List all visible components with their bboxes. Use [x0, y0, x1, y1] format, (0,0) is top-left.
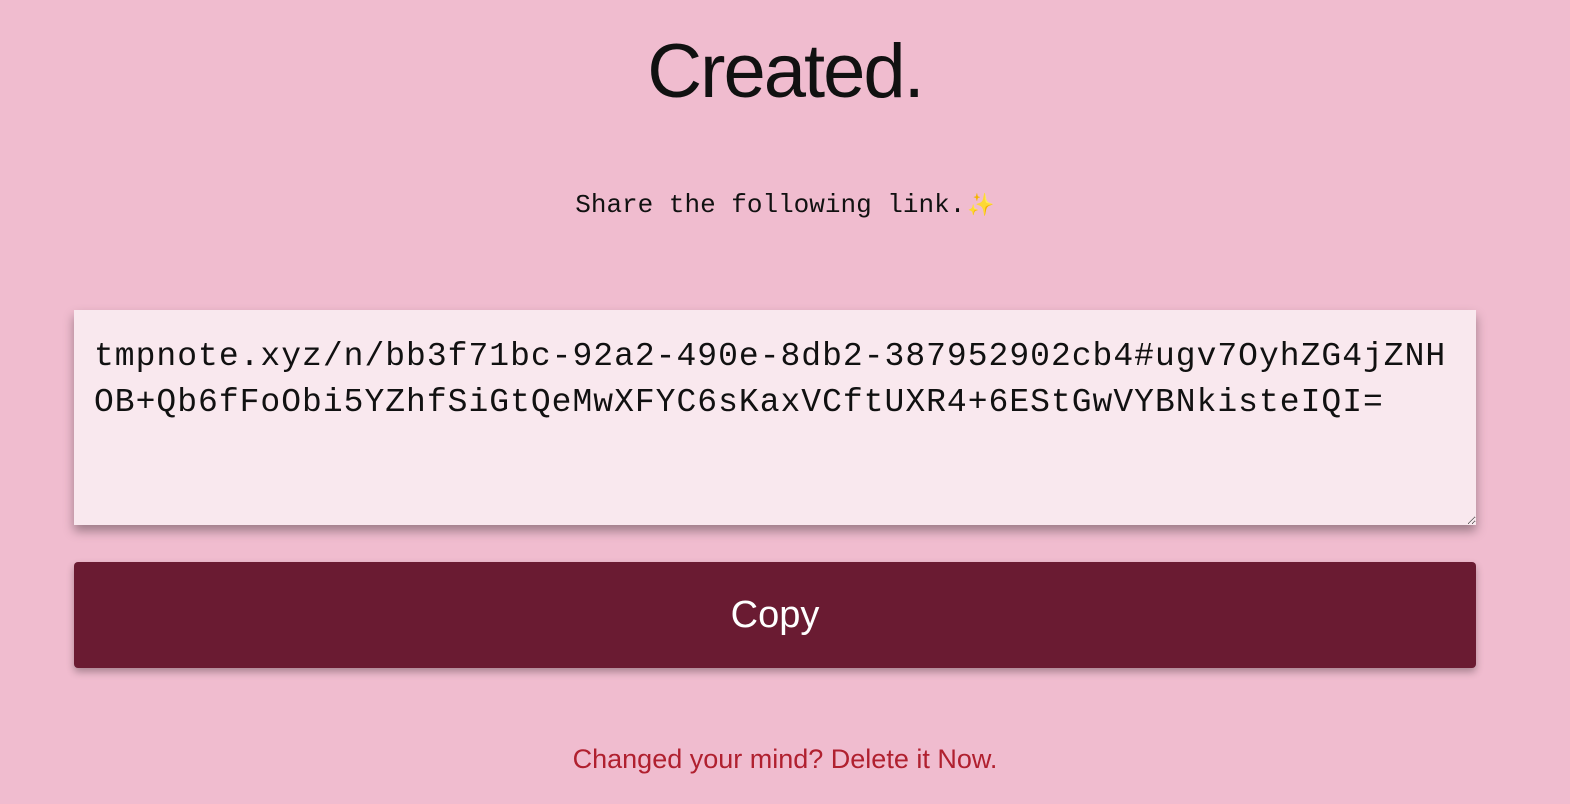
page: Created. Share the following link.✨ tmpn…: [0, 0, 1570, 804]
delete-note-link[interactable]: Changed your mind? Delete it Now.: [0, 740, 1570, 778]
page-title: Created.: [647, 29, 925, 114]
share-instruction-text: Share the following link.: [575, 190, 966, 220]
share-instruction: Share the following link.✨: [0, 188, 1570, 224]
sparkle-icon: ✨: [967, 194, 995, 219]
share-link-textarea[interactable]: tmpnote.xyz/n/bb3f71bc-92a2-490e-8db2-38…: [74, 310, 1476, 525]
copy-button[interactable]: Copy: [74, 562, 1476, 668]
